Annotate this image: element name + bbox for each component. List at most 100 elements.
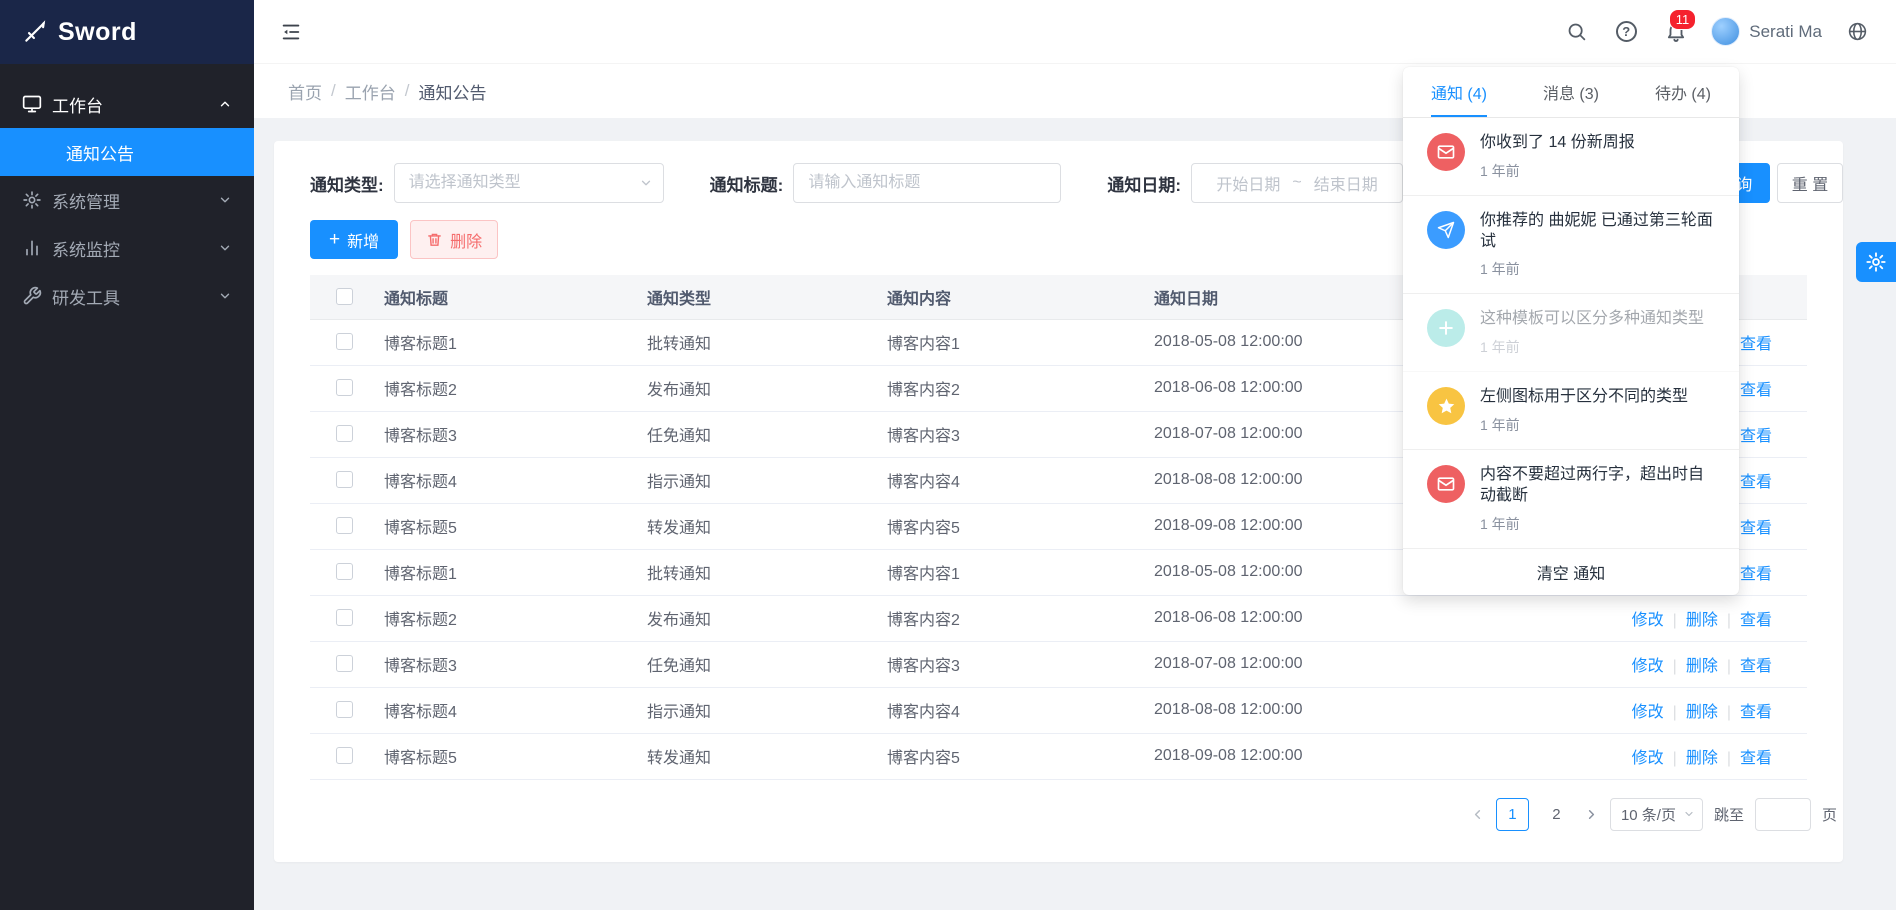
- row-checkbox[interactable]: [336, 747, 353, 764]
- edit-link[interactable]: 修改: [1632, 704, 1664, 721]
- search-button[interactable]: [1555, 0, 1597, 64]
- reset-button[interactable]: 重 置: [1777, 163, 1843, 203]
- select-all-checkbox[interactable]: [336, 288, 353, 305]
- view-link[interactable]: 查看: [1740, 428, 1772, 445]
- row-checkbox[interactable]: [336, 563, 353, 580]
- notice-type-select-input[interactable]: [395, 164, 663, 202]
- edit-link[interactable]: 修改: [1632, 750, 1664, 767]
- cell-notice-content: 博客内容3: [887, 641, 1154, 687]
- notification-item[interactable]: 内容不要超过两行字，超出时自动截断 1 年前: [1403, 450, 1739, 549]
- delete-link[interactable]: 删除: [1686, 612, 1718, 629]
- page-size-value: 10 条/页: [1621, 804, 1676, 825]
- row-checkbox[interactable]: [336, 517, 353, 534]
- sidebar-item-label: 系统监控: [52, 236, 208, 261]
- row-checkbox[interactable]: [336, 471, 353, 488]
- tab-todos[interactable]: 待办 (4): [1627, 67, 1739, 117]
- view-link[interactable]: 查看: [1740, 704, 1772, 721]
- view-link[interactable]: 查看: [1740, 382, 1772, 399]
- row-checkbox[interactable]: [336, 609, 353, 626]
- edit-link[interactable]: 修改: [1632, 658, 1664, 675]
- user-menu[interactable]: Serati Ma: [1705, 0, 1828, 64]
- help-button[interactable]: ?: [1605, 0, 1647, 64]
- row-checkbox[interactable]: [336, 379, 353, 396]
- cell-notice-type: 指示通知: [647, 687, 887, 733]
- add-button[interactable]: + 新增: [310, 220, 398, 259]
- table-row: 博客标题5 转发通知 博客内容5 2018-09-08 12:00:00 修改|…: [310, 733, 1807, 779]
- cell-notice-title: 博客标题5: [384, 733, 647, 779]
- chevron-down-icon: [1683, 808, 1695, 820]
- col-header-content: 通知内容: [887, 275, 1154, 319]
- settings-fab-button[interactable]: [1856, 242, 1896, 282]
- sidebar-item-workbench[interactable]: 工作台: [0, 80, 254, 128]
- notification-time: 1 年前: [1480, 415, 1688, 435]
- cell-notice-type: 转发通知: [647, 733, 887, 779]
- delete-link[interactable]: 删除: [1686, 750, 1718, 767]
- view-link[interactable]: 查看: [1740, 520, 1772, 537]
- search-icon: [1566, 21, 1587, 42]
- view-link[interactable]: 查看: [1740, 658, 1772, 675]
- jump-page-input[interactable]: [1755, 798, 1811, 831]
- collapse-sidebar-button[interactable]: [280, 21, 302, 43]
- logo[interactable]: Sword: [0, 0, 254, 64]
- page-size-select[interactable]: 10 条/页: [1610, 798, 1703, 831]
- delete-link[interactable]: 删除: [1686, 704, 1718, 721]
- language-button[interactable]: [1836, 0, 1878, 64]
- breadcrumb-current: 通知公告: [418, 79, 486, 104]
- notification-title: 内容不要超过两行字，超出时自动截断: [1480, 465, 1717, 507]
- sidebar-item-notice[interactable]: 通知公告: [0, 128, 254, 176]
- cell-notice-date: 2018-09-08 12:00:00: [1154, 733, 1582, 779]
- view-link[interactable]: 查看: [1740, 566, 1772, 583]
- cell-notice-title: 博客标题2: [384, 365, 647, 411]
- tool-icon: [22, 286, 42, 306]
- clear-notifications-button[interactable]: 清空 通知: [1403, 549, 1739, 595]
- cell-notice-type: 发布通知: [647, 365, 887, 411]
- chevron-left-icon: [1470, 807, 1485, 822]
- row-checkbox[interactable]: [336, 701, 353, 718]
- col-header-type: 通知类型: [647, 275, 887, 319]
- breadcrumb-workbench[interactable]: 工作台: [345, 79, 396, 104]
- view-link[interactable]: 查看: [1740, 336, 1772, 353]
- notice-date-label: 通知日期:: [1107, 171, 1181, 196]
- view-link[interactable]: 查看: [1740, 474, 1772, 491]
- notification-item[interactable]: 这种模板可以区分多种通知类型 1 年前: [1403, 294, 1739, 372]
- trash-icon: [426, 231, 443, 248]
- notification-time: 1 年前: [1480, 337, 1704, 357]
- date-range-picker[interactable]: 开始日期 ~ 结束日期: [1191, 163, 1403, 203]
- sidebar-item-system-monitor[interactable]: 系统监控: [0, 224, 254, 272]
- row-checkbox[interactable]: [336, 333, 353, 350]
- cell-notice-title: 博客标题5: [384, 503, 647, 549]
- cell-notice-title: 博客标题2: [384, 595, 647, 641]
- table-row: 博客标题4 指示通知 博客内容4 2018-08-08 12:00:00 修改|…: [310, 687, 1807, 733]
- edit-link[interactable]: 修改: [1632, 612, 1664, 629]
- sidebar-item-dev-tools[interactable]: 研发工具: [0, 272, 254, 320]
- notice-type-label: 通知类型:: [310, 171, 384, 196]
- breadcrumb-home[interactable]: 首页: [288, 79, 322, 104]
- prev-page-button[interactable]: [1470, 807, 1485, 822]
- tab-messages[interactable]: 消息 (3): [1515, 67, 1627, 117]
- view-link[interactable]: 查看: [1740, 612, 1772, 629]
- notification-item[interactable]: 你推荐的 曲妮妮 已通过第三轮面试 1 年前: [1403, 196, 1739, 295]
- chevron-down-icon: [218, 289, 232, 303]
- delete-link[interactable]: 删除: [1686, 658, 1718, 675]
- notification-bell-button[interactable]: 11: [1655, 0, 1697, 64]
- notification-badge: 11: [1669, 9, 1697, 30]
- cell-notice-type: 发布通知: [647, 595, 887, 641]
- page-button-1[interactable]: 1: [1496, 798, 1529, 831]
- next-page-button[interactable]: [1584, 807, 1599, 822]
- row-checkbox[interactable]: [336, 655, 353, 672]
- date-range-separator: ~: [1292, 174, 1301, 192]
- cell-notice-content: 博客内容1: [887, 319, 1154, 365]
- notification-item[interactable]: 左侧图标用于区分不同的类型 1 年前: [1403, 372, 1739, 450]
- tab-notifications[interactable]: 通知 (4): [1403, 67, 1515, 117]
- delete-button[interactable]: 删除: [410, 220, 498, 259]
- view-link[interactable]: 查看: [1740, 750, 1772, 767]
- row-checkbox[interactable]: [336, 425, 353, 442]
- notification-item[interactable]: 你收到了 14 份新周报 1 年前: [1403, 118, 1739, 196]
- notice-type-select[interactable]: [394, 163, 664, 203]
- add-button-label: 新增: [347, 228, 379, 252]
- notice-title-input[interactable]: [794, 164, 1060, 202]
- sidebar-item-label: 通知公告: [66, 140, 134, 165]
- cell-notice-content: 博客内容5: [887, 503, 1154, 549]
- sidebar-item-system-management[interactable]: 系统管理: [0, 176, 254, 224]
- page-button-2[interactable]: 2: [1540, 798, 1573, 831]
